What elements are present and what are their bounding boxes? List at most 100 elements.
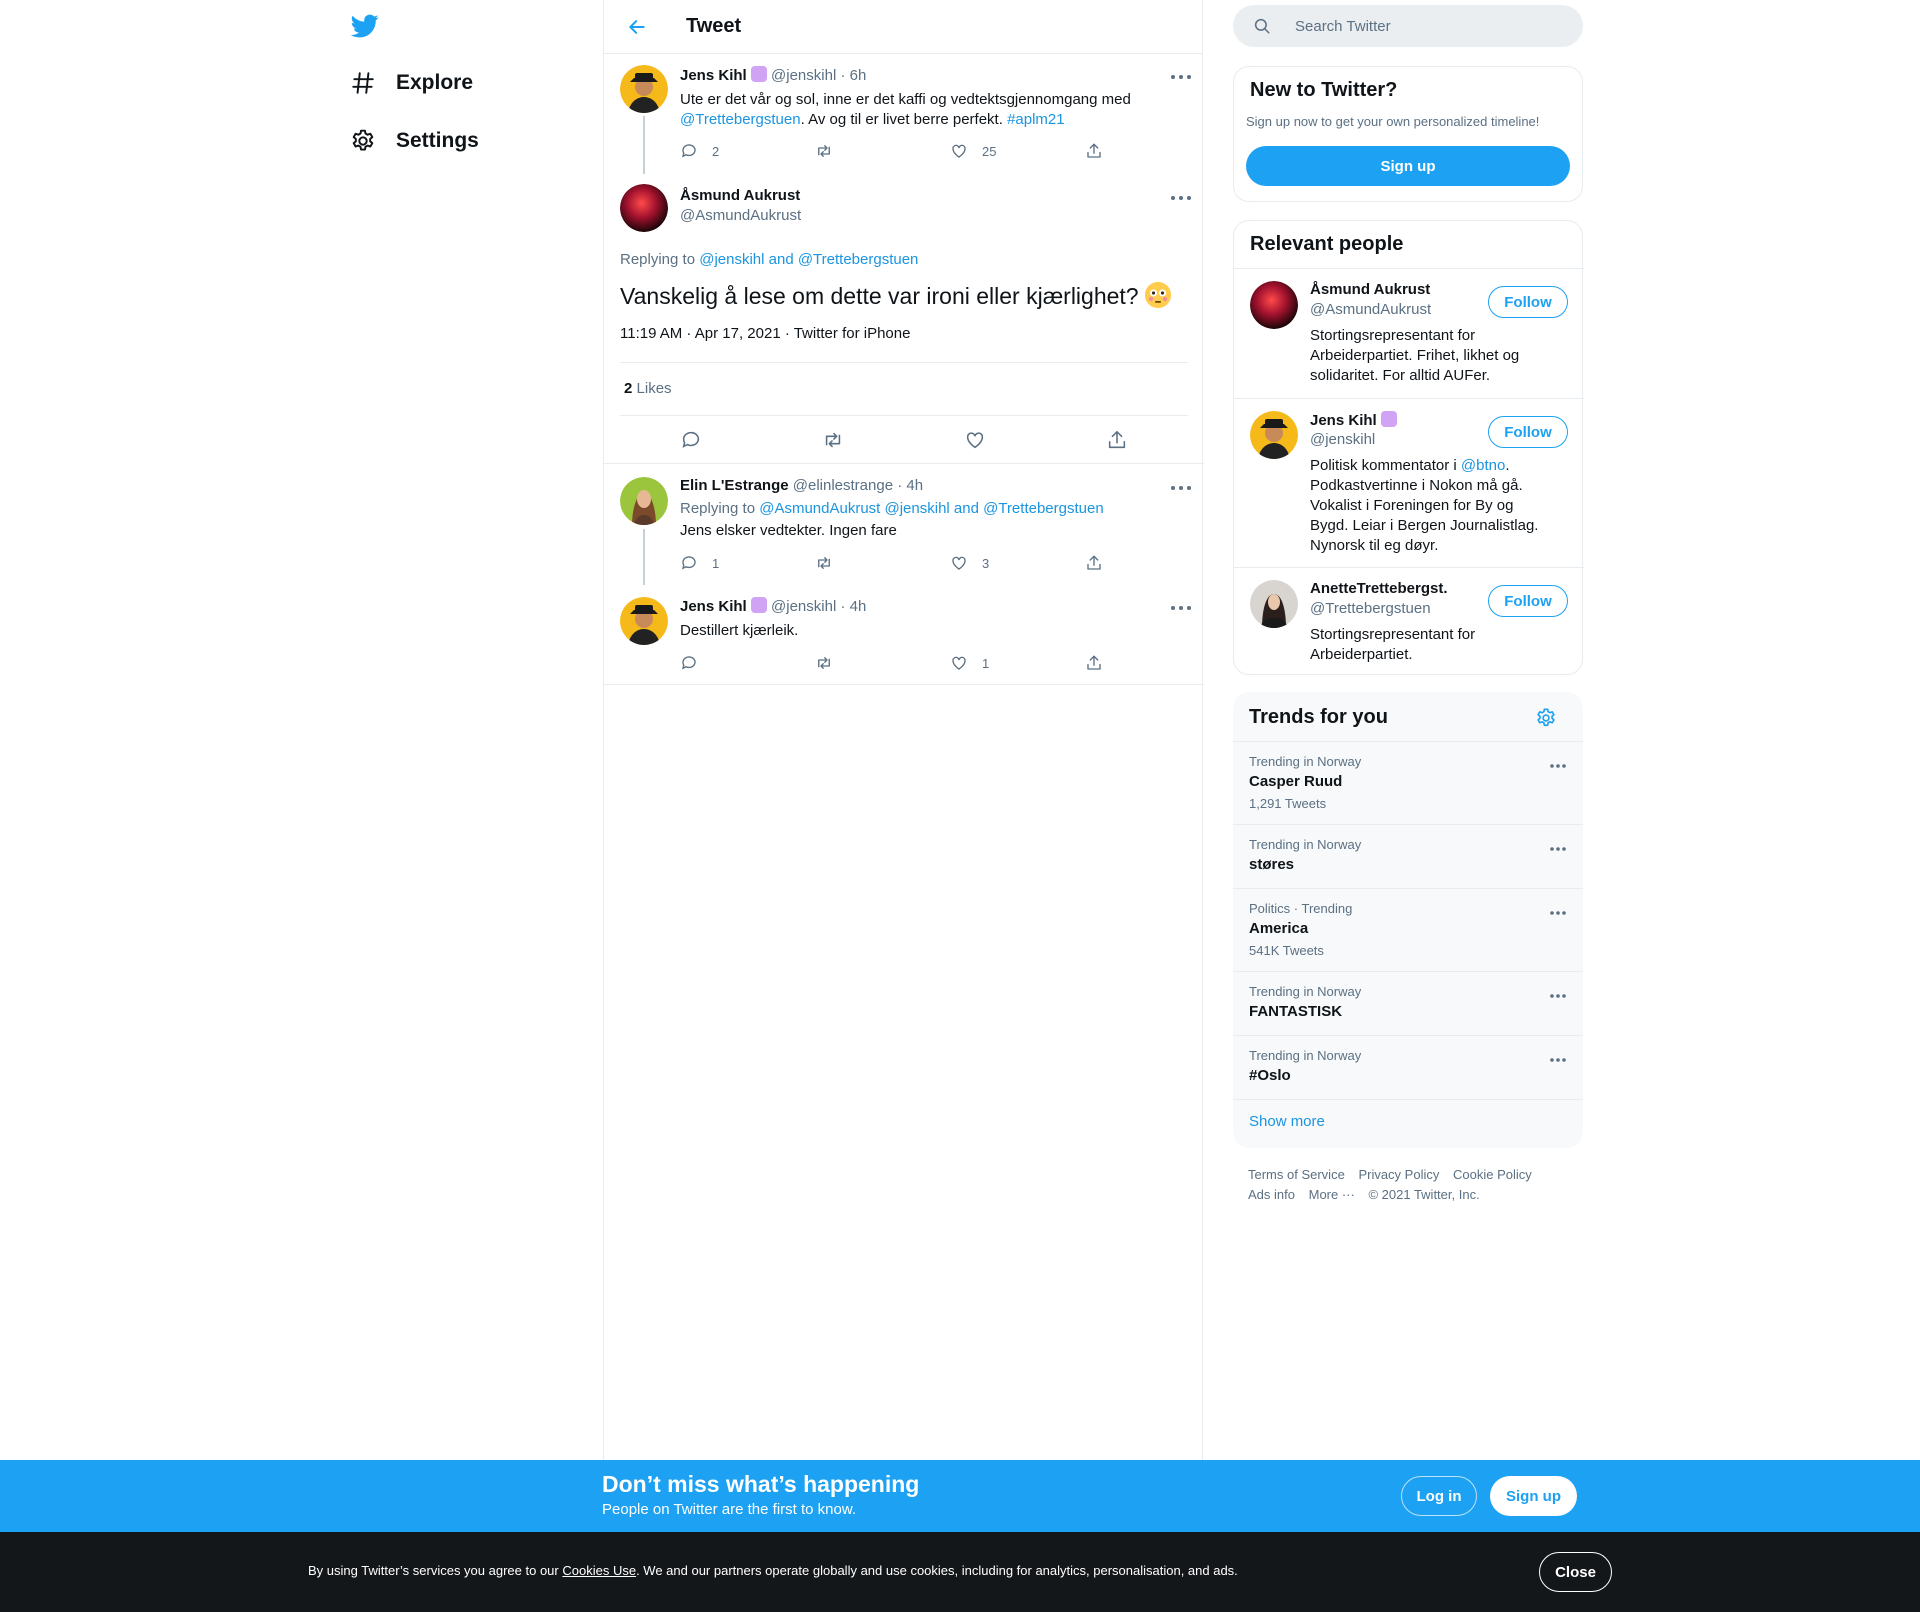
reply-button[interactable]: 1: [680, 554, 815, 572]
back-button[interactable]: [620, 10, 654, 44]
share-button[interactable]: [1085, 554, 1220, 572]
nav-settings-label: Settings: [396, 129, 479, 152]
trend-item[interactable]: Trending in Norway FANTASTISK: [1233, 972, 1583, 1035]
person-name[interactable]: Jens Kihl: [1310, 411, 1397, 429]
more-link[interactable]: More ···: [1309, 1187, 1355, 1202]
show-more-link[interactable]: Show more: [1249, 1113, 1325, 1130]
signup-button[interactable]: Sign up: [1490, 1476, 1577, 1516]
avatar[interactable]: [1250, 580, 1298, 628]
settings-gear-icon[interactable]: [1535, 707, 1557, 729]
reply-button[interactable]: [680, 654, 815, 672]
like-button[interactable]: 3: [950, 554, 1085, 572]
replying-to-link[interactable]: @jenskihl and @Trettebergstuen: [699, 251, 918, 268]
author-handle[interactable]: @jenskihl: [771, 598, 836, 615]
more-icon[interactable]: [1549, 763, 1567, 769]
share-button[interactable]: [1085, 654, 1220, 672]
person-row[interactable]: Jens Kihl @jenskihl Follow Politisk komm…: [1234, 399, 1584, 567]
trend-context: Trending in Norway: [1249, 984, 1362, 999]
gear-icon: [352, 129, 374, 151]
retweet-button[interactable]: [815, 554, 950, 572]
author-name[interactable]: Jens Kihl: [680, 67, 747, 84]
retweet-icon[interactable]: [822, 429, 844, 451]
follow-button[interactable]: Follow: [1488, 286, 1568, 318]
retweet-button[interactable]: [815, 654, 950, 672]
avatar[interactable]: [620, 597, 668, 645]
avatar[interactable]: [620, 184, 668, 232]
share-button[interactable]: [1085, 142, 1220, 160]
like-button[interactable]: 1: [950, 654, 1085, 672]
avatar[interactable]: [1250, 281, 1298, 329]
person-name[interactable]: AnetteTrettebergst.: [1310, 580, 1448, 597]
replying-prefix: Replying to: [680, 500, 760, 517]
privacy-link[interactable]: Privacy Policy: [1358, 1167, 1439, 1182]
tweet-time[interactable]: · 4h: [897, 477, 923, 494]
author-handle[interactable]: @jenskihl: [771, 67, 836, 84]
author-handle[interactable]: @elinlestrange: [793, 477, 893, 494]
more-icon[interactable]: [1549, 993, 1567, 999]
more-icon[interactable]: [1170, 485, 1192, 491]
more-icon[interactable]: [1549, 1057, 1567, 1063]
login-button[interactable]: Log in: [1401, 1476, 1477, 1516]
person-row[interactable]: Åsmund Aukrust @AsmundAukrust Follow Sto…: [1234, 269, 1584, 398]
reply-icon: [681, 656, 696, 670]
author-name[interactable]: Åsmund Aukrust: [680, 187, 800, 204]
person-row[interactable]: AnetteTrettebergst. @Trettebergstuen Fol…: [1234, 568, 1584, 674]
card-title: Trends for you: [1249, 706, 1388, 728]
search-input[interactable]: [1295, 17, 1555, 35]
bio-mention-link[interactable]: @btno: [1461, 457, 1505, 474]
tweet-actions: 2 25: [680, 142, 1220, 160]
reply-button[interactable]: 2: [680, 142, 815, 160]
cookie-banner: By using Twitter’s services you agree to…: [0, 1532, 1920, 1612]
reply-icon[interactable]: [680, 429, 702, 451]
more-icon[interactable]: [1549, 910, 1567, 916]
follow-button[interactable]: Follow: [1488, 585, 1568, 617]
avatar[interactable]: [620, 477, 668, 525]
retweet-button[interactable]: [815, 142, 950, 160]
avatar[interactable]: [620, 65, 668, 113]
hashtag-link[interactable]: #aplm21: [1007, 111, 1065, 128]
reply-tweet[interactable]: Elin L'Estrange @elinlestrange · 4h Repl…: [604, 465, 1204, 585]
person-name[interactable]: Åsmund Aukrust: [1310, 281, 1430, 298]
terms-link[interactable]: Terms of Service: [1248, 1167, 1345, 1182]
trend-context: Trending in Norway: [1249, 1048, 1362, 1063]
more-icon[interactable]: [1549, 846, 1567, 852]
cookies-use-link[interactable]: Cookies Use: [562, 1563, 636, 1578]
trend-item[interactable]: Trending in Norway støres: [1233, 825, 1583, 888]
signup-button[interactable]: Sign up: [1246, 146, 1570, 186]
cookie-text-part: . We and our partners operate globally a…: [636, 1563, 1238, 1578]
person-handle[interactable]: @AsmundAukrust: [1310, 301, 1431, 318]
more-icon[interactable]: [1170, 74, 1192, 80]
trend-item[interactable]: Trending in Norway #Oslo: [1233, 1036, 1583, 1099]
share-icon[interactable]: [1106, 429, 1128, 451]
mention-link[interactable]: @Trettebergstuen: [680, 111, 801, 128]
like-button[interactable]: 25: [950, 142, 1085, 160]
more-icon[interactable]: [1170, 195, 1192, 201]
likes-stat[interactable]: 2 Likes: [624, 379, 672, 399]
close-button[interactable]: Close: [1539, 1552, 1612, 1592]
author-handle[interactable]: @AsmundAukrust: [680, 207, 801, 224]
trend-item[interactable]: Trending in Norway Casper Ruud 1,291 Twe…: [1233, 742, 1583, 824]
twitter-bird-icon[interactable]: [350, 12, 380, 40]
tweet-time[interactable]: · 4h: [840, 598, 866, 615]
author-name[interactable]: Jens Kihl: [680, 598, 747, 615]
banner-subtitle: People on Twitter are the first to know.: [602, 1501, 857, 1518]
tweet-time[interactable]: · 6h: [840, 67, 866, 84]
trend-item[interactable]: Politics · Trending America 541K Tweets: [1233, 889, 1583, 971]
parent-tweet[interactable]: Jens Kihl @jenskihl · 6h Ute er det vår …: [604, 54, 1204, 174]
reply-tweet[interactable]: Jens Kihl @jenskihl · 4h Destillert kjær…: [604, 585, 1204, 685]
tweet-timestamp[interactable]: 11:19 AM · Apr 17, 2021 · Twitter for iP…: [620, 324, 910, 344]
person-handle[interactable]: @jenskihl: [1310, 431, 1375, 448]
search-box[interactable]: [1233, 5, 1583, 47]
nav-explore[interactable]: Explore: [350, 58, 473, 108]
thread-line: [643, 529, 645, 585]
follow-button[interactable]: Follow: [1488, 416, 1568, 448]
person-handle[interactable]: @Trettebergstuen: [1310, 600, 1431, 617]
ads-info-link[interactable]: Ads info: [1248, 1187, 1295, 1202]
replying-to-link[interactable]: @AsmundAukrust @jenskihl and @Tretteberg…: [759, 500, 1103, 517]
cookie-policy-link[interactable]: Cookie Policy: [1453, 1167, 1532, 1182]
nav-settings[interactable]: Settings: [350, 116, 479, 166]
author-name[interactable]: Elin L'Estrange: [680, 477, 789, 494]
more-icon[interactable]: [1170, 605, 1192, 611]
avatar[interactable]: [1250, 411, 1298, 459]
heart-icon[interactable]: [964, 429, 986, 451]
